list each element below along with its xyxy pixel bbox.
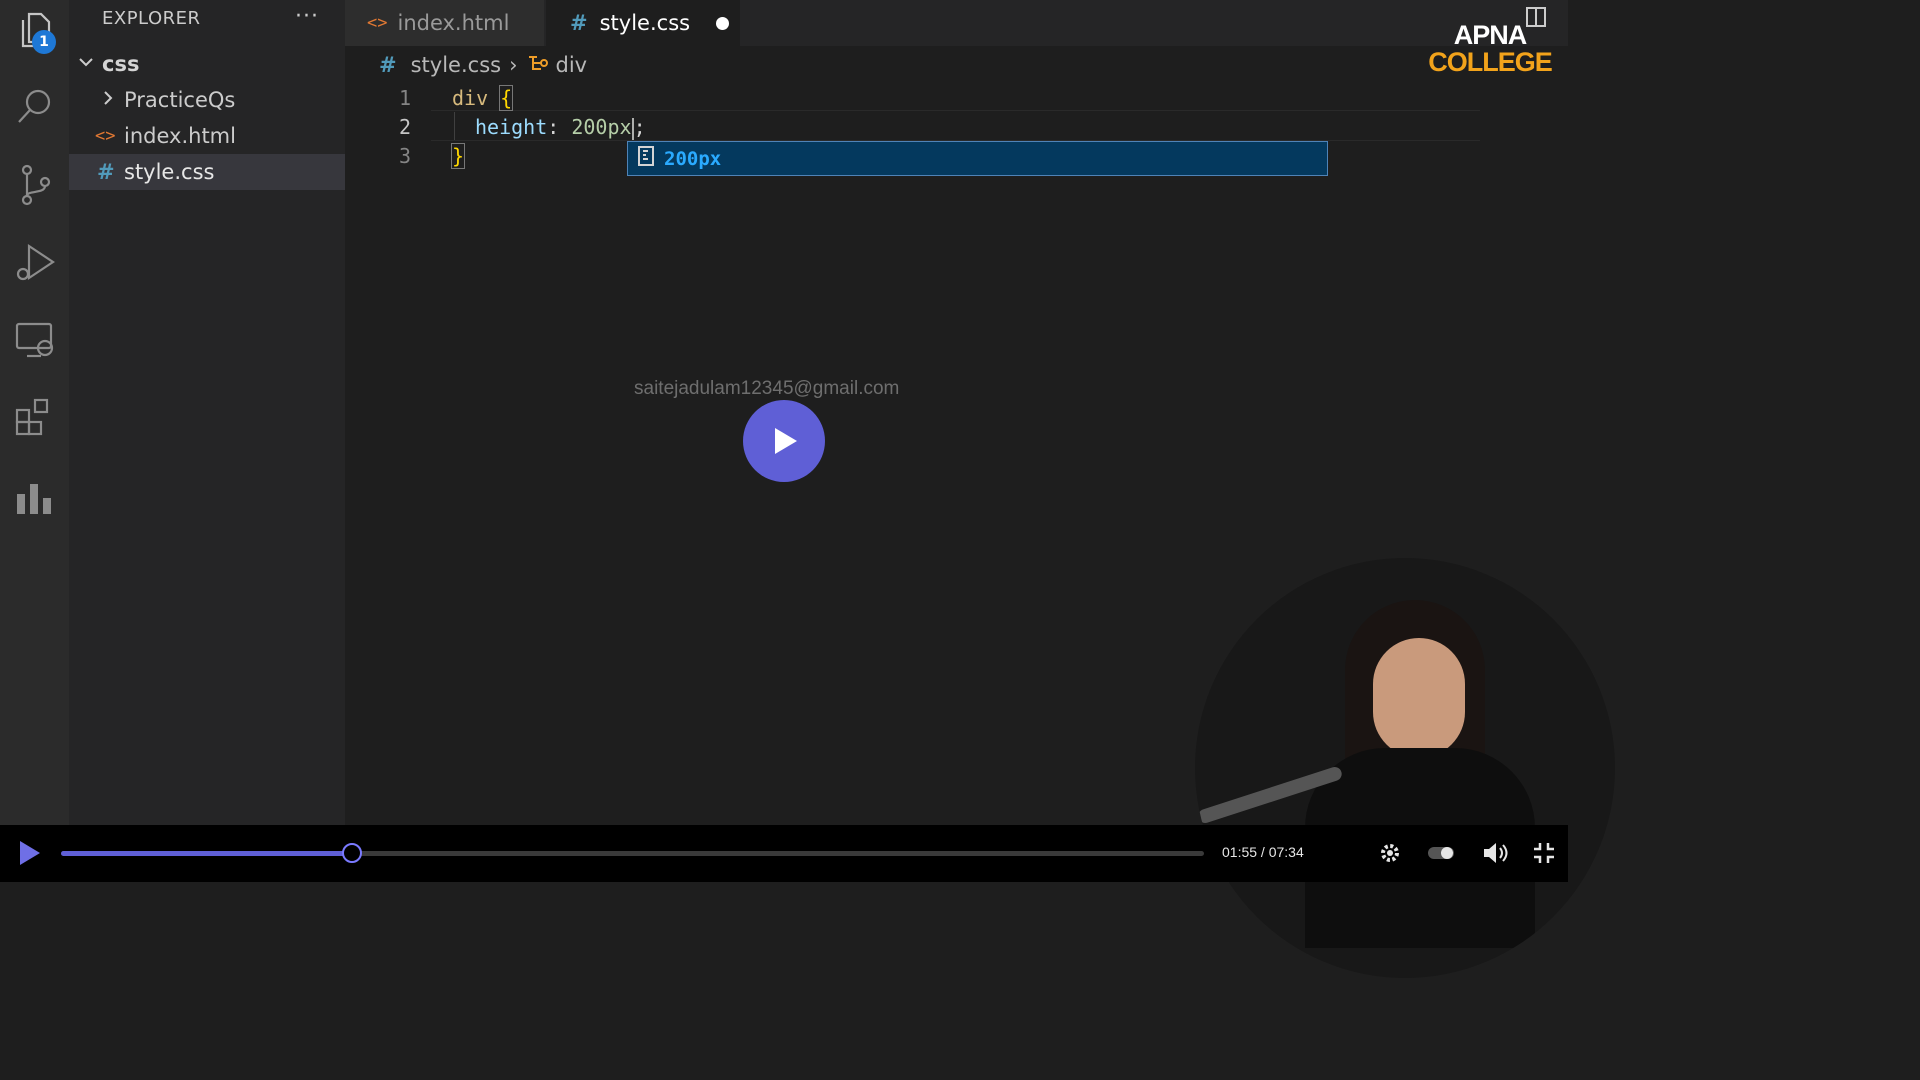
unit-ruler-icon [637,145,655,172]
chevron-down-icon [77,52,97,76]
charts-icon[interactable] [0,466,69,526]
open-brace: { [499,85,514,111]
code-line: height: 200px; [475,115,646,140]
breadcrumb-symbol[interactable]: div [555,53,587,77]
progress-fill [61,851,353,856]
extensions-icon[interactable] [0,388,69,448]
suggestion-label: 200px [664,147,722,170]
tree-item-label: style.css [124,160,215,184]
tab-label: index.html [397,11,510,35]
chevron-right-icon: › [509,53,518,77]
tab-style-css[interactable]: # style.css [546,0,740,46]
source-control-icon[interactable] [0,154,69,214]
exit-fullscreen-icon[interactable] [1528,838,1560,868]
explorer-title: EXPLORER [102,8,201,29]
remote-explorer-icon[interactable] [0,310,69,370]
html-file-icon: <> [367,13,388,33]
logo-line1: APNA [1453,20,1528,50]
webcam-overlay [1195,558,1615,978]
tree-item-style-css[interactable]: # style.css [69,154,345,190]
symbol-class-icon [527,53,549,78]
run-debug-icon[interactable] [0,232,69,292]
progress-bar[interactable] [61,843,1204,863]
tree-item-label: index.html [124,124,236,148]
toggle-icon[interactable] [1425,838,1457,868]
tab-label: style.css [599,11,691,35]
css-hash-icon: # [570,11,588,35]
editor-tabs: <> index.html # style.css [345,0,1568,46]
apna-college-logo: APNA COLLEGE [1428,20,1553,77]
semicolon: ; [633,115,646,139]
play-icon [775,428,797,454]
line-number: 2 [398,115,411,139]
line-number: 1 [398,86,411,110]
css-selector: div [452,86,489,110]
files-icon[interactable]: 1 [0,0,69,60]
close-brace: } [450,143,466,169]
more-actions-icon[interactable]: ··· [295,4,319,29]
css-hash-icon: # [97,160,115,184]
folder-css[interactable]: css [69,46,345,82]
explorer-sidebar: EXPLORER ··· css PracticeQs <> index.htm… [69,0,345,825]
css-hash-icon: # [379,53,397,77]
indent-guide [454,112,455,140]
play-button[interactable] [743,400,825,482]
colon: : [547,115,560,139]
volume-icon[interactable] [1479,838,1511,868]
html-file-icon: <> [95,126,116,146]
settings-icon[interactable] [1374,838,1406,868]
css-value: 200px [571,115,632,139]
folder-label: css [102,52,140,76]
activity-bar: 1 [0,0,69,825]
css-property: height [475,115,548,139]
tab-index-html[interactable]: <> index.html [345,0,544,46]
presenter-face [1373,638,1465,758]
explorer-badge: 1 [32,30,56,54]
play-icon[interactable] [13,838,45,868]
breadcrumb-file[interactable]: style.css [411,53,501,77]
tree-item-practiceqs[interactable]: PracticeQs [69,82,345,118]
time-display: 01:55 / 07:34 [1222,844,1304,860]
tree-item-label: PracticeQs [124,88,236,112]
code-line: } [450,143,466,169]
breadcrumb: # style.css › div [345,48,587,82]
chevron-right-icon [99,88,119,112]
autocomplete-suggestion[interactable]: 200px [627,141,1328,176]
unsaved-dot-icon[interactable] [716,16,730,30]
logo-line2: COLLEGE [1428,47,1553,77]
line-number: 3 [398,144,411,168]
code-line: div { [452,85,514,111]
watermark-email: saitejadulam12345@gmail.com [634,378,900,399]
tree-item-index-html[interactable]: <> index.html [69,118,345,154]
search-icon[interactable] [0,76,69,136]
